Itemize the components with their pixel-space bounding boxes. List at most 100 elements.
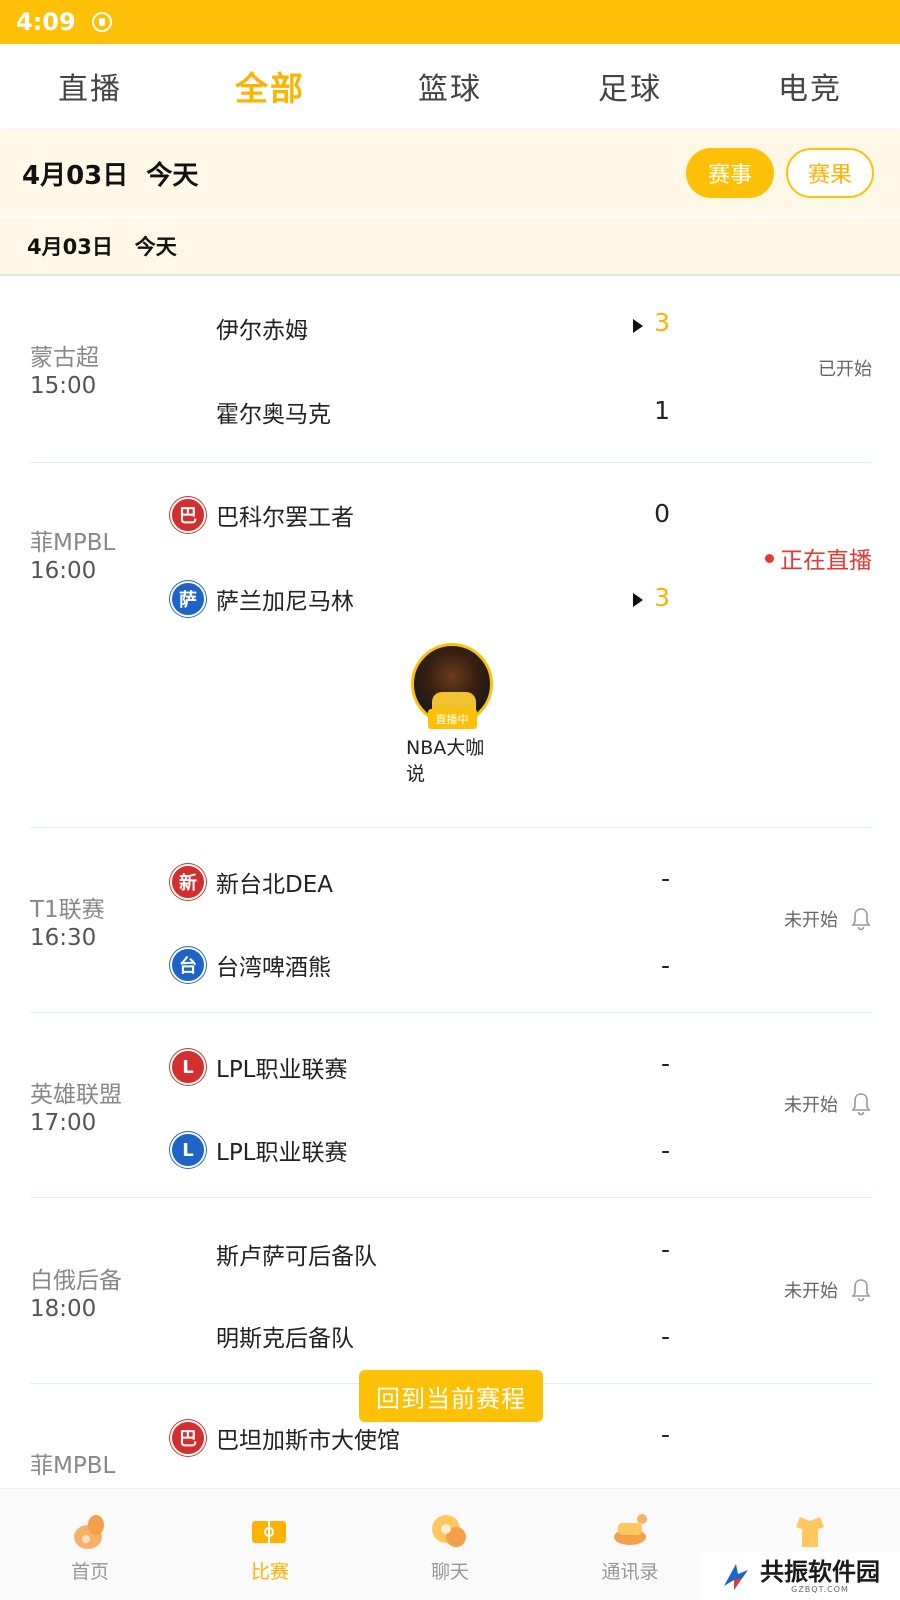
profile-icon [796, 1517, 824, 1547]
match-row[interactable]: T1联赛 16:30 新 新台北DEA - 台 台湾啤酒熊 - 未开始 [30, 828, 872, 1013]
match-status: 未开始 [784, 906, 872, 932]
team-name: 新台北DEA [216, 872, 333, 898]
bell-icon[interactable] [850, 906, 872, 932]
status-text: 正在直播 [780, 548, 872, 574]
away-score: 3 [654, 583, 670, 612]
watermark-text: 共振软件园 [760, 1557, 880, 1586]
kickoff-time: 16:00 [30, 558, 97, 584]
home-team: 巴 巴科尔罢工者 [170, 497, 354, 533]
date-section-header: 4月03日 今天 [0, 218, 900, 276]
status-time: 4:09 [16, 8, 76, 36]
away-score: - [660, 951, 670, 980]
results-button[interactable]: 赛果 [786, 148, 874, 198]
watermark: 共振软件园 GZBQT.COM [700, 1552, 900, 1600]
kickoff-time: 18:00 [30, 1296, 97, 1322]
match-row[interactable]: 菲MPBL 16:00 巴 巴科尔罢工者 0 萨 萨兰加尼马林 3 正在直播 直… [30, 463, 872, 828]
date-header: 4月03日 今天 赛事 赛果 [0, 130, 900, 216]
nav-label: 聊天 [430, 1561, 469, 1583]
nav-contacts[interactable]: 通讯录 [540, 1489, 720, 1600]
match-row[interactable]: 英雄联盟 17:00 L LPL职业联赛 - L LPL职业联赛 - 未开始 [30, 1013, 872, 1198]
nav-match[interactable]: 比赛 [180, 1489, 360, 1600]
league-name: T1联赛 [30, 897, 105, 923]
team-logo-icon: 萨 [170, 581, 206, 617]
home-team: 巴 巴坦加斯市大使馆 [170, 1420, 400, 1456]
tab-live[interactable]: 直播 [0, 44, 180, 128]
nav-label: 首页 [70, 1561, 109, 1583]
watermark-logo-icon [724, 1564, 748, 1590]
home-score: - [660, 1049, 670, 1078]
team-logo-icon: 台 [170, 947, 206, 983]
team-logo-icon: 巴 [170, 1420, 206, 1456]
league-name: 英雄联盟 [30, 1082, 122, 1108]
team-name: 霍尔奥马克 [216, 402, 331, 428]
team-logo-icon: 新 [170, 864, 206, 900]
team-name: 台湾啤酒熊 [216, 955, 331, 981]
match-row[interactable]: 蒙古超 15:00 伊尔赤姆 3 霍尔奥马克 1 已开始 [30, 278, 872, 463]
home-team: L LPL职业联赛 [170, 1049, 348, 1085]
status-text: 未开始 [784, 1281, 838, 1302]
league-name: 菲MPBL [30, 530, 116, 556]
home-score: - [660, 1420, 670, 1449]
status-text: 未开始 [784, 910, 838, 931]
home-score: - [660, 1235, 670, 1264]
home-team: 斯卢萨可后备队 [216, 1237, 377, 1271]
match-list: 蒙古超 15:00 伊尔赤姆 3 霍尔奥马克 1 已开始 菲MPBL 16:00… [0, 278, 900, 1488]
team-name: 明斯克后备队 [216, 1326, 354, 1352]
team-name: 巴科尔罢工者 [216, 505, 354, 531]
kickoff-time: 16:30 [30, 925, 97, 951]
away-team: 明斯克后备队 [216, 1319, 354, 1353]
away-score: - [660, 1322, 670, 1351]
home-score: 3 [654, 308, 670, 337]
team-name: 巴坦加斯市大使馆 [216, 1428, 400, 1454]
away-team: 霍尔奥马克 [216, 395, 331, 429]
status-text: 已开始 [818, 359, 872, 380]
live-dot-icon [765, 553, 774, 563]
home-score: - [660, 864, 670, 893]
watermark-subtext: GZBQT.COM [791, 1584, 849, 1594]
chat-icon [432, 1515, 466, 1547]
league-name: 蒙古超 [30, 345, 99, 371]
status-bar: 4:09 [0, 0, 900, 44]
kickoff-time: 15:00 [30, 373, 97, 399]
league-name: 菲MPBL [30, 1453, 116, 1479]
tab-basketball[interactable]: 篮球 [360, 44, 540, 128]
team-name: 斯卢萨可后备队 [216, 1244, 377, 1270]
home-team: 伊尔赤姆 [216, 311, 308, 345]
back-to-current-button[interactable]: 回到当前赛程 [359, 1370, 543, 1422]
match-status: 未开始 [784, 1277, 872, 1303]
team-logo-icon: L [170, 1049, 206, 1085]
category-tabs: 直播 全部 篮球 足球 电竞 [0, 44, 900, 128]
team-name: LPL职业联赛 [216, 1140, 348, 1166]
team-logo-icon: L [170, 1132, 206, 1168]
contacts-icon [614, 1514, 647, 1545]
streamer-name: NBA大咖说 [406, 737, 485, 785]
live-badge: 直播中 [427, 709, 477, 729]
home-score: 0 [654, 499, 670, 528]
nav-chat[interactable]: 聊天 [360, 1489, 540, 1600]
away-team: L LPL职业联赛 [170, 1132, 348, 1168]
away-team: 萨 萨兰加尼马林 [170, 581, 354, 617]
team-name: LPL职业联赛 [216, 1057, 348, 1083]
bell-icon[interactable] [850, 1091, 872, 1117]
tab-football[interactable]: 足球 [540, 44, 720, 128]
team-name: 萨兰加尼马林 [216, 589, 354, 615]
match-row[interactable]: 白俄后备 18:00 斯卢萨可后备队 - 明斯克后备队 - 未开始 [30, 1198, 872, 1384]
tab-all[interactable]: 全部 [180, 44, 360, 128]
nav-home[interactable]: 首页 [0, 1489, 180, 1600]
team-logo-icon: 巴 [170, 497, 206, 533]
status-text: 未开始 [784, 1095, 838, 1116]
match-icon [252, 1521, 286, 1543]
events-button[interactable]: 赛事 [686, 148, 774, 198]
away-score: - [660, 1136, 670, 1165]
streamer-card[interactable]: 直播中 NBA大咖说 [402, 643, 502, 787]
tab-esports[interactable]: 电竞 [720, 44, 900, 128]
kickoff-time: 17:00 [30, 1110, 97, 1136]
match-status[interactable]: 正在直播 [765, 541, 872, 575]
away-team: 台 台湾啤酒熊 [170, 947, 331, 983]
bell-icon[interactable] [850, 1277, 872, 1303]
home-icon [74, 1515, 104, 1549]
nav-label: 通讯录 [601, 1561, 659, 1583]
team-name: 伊尔赤姆 [216, 318, 308, 344]
nav-label: 比赛 [250, 1561, 289, 1583]
match-status: 未开始 [784, 1091, 872, 1117]
